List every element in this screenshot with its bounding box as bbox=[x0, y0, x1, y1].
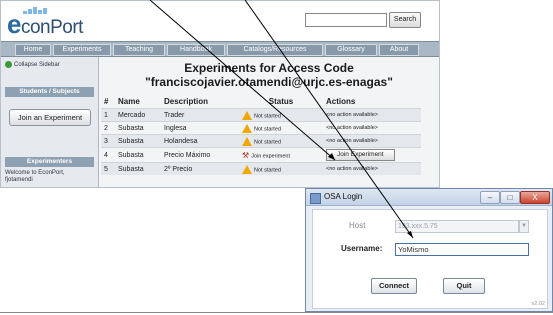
nav-glossary[interactable]: Glossary bbox=[325, 44, 377, 56]
osa-login-dialog: OSA Login – □ X Host 193.xxx.5.75 ▼ User… bbox=[305, 188, 553, 312]
welcome-text: Welcome to EconPort, fjotamendi bbox=[5, 170, 65, 183]
row-status: Not started bbox=[239, 162, 323, 175]
nav-catalogs-resources[interactable]: Catalogs/Resources bbox=[227, 44, 323, 56]
row-number: 3 bbox=[101, 134, 115, 148]
table-row: 3 Subasta Holandesa Not started <no acti… bbox=[101, 134, 421, 148]
row-status: Not started bbox=[239, 121, 323, 135]
dialog-body: Host 193.xxx.5.75 ▼ Username: YoMismo Co… bbox=[312, 209, 548, 309]
dialog-title: OSA Login bbox=[324, 192, 363, 201]
table-row: 4 Subasta Precio Máximo ⚒ Join experiment… bbox=[101, 147, 421, 163]
table-row: 5 Subasta 2º Precio Not started <no acti… bbox=[101, 162, 421, 175]
row-description: Inglesa bbox=[161, 121, 239, 135]
nav-teaching[interactable]: Teaching bbox=[113, 44, 165, 56]
row-name: Subasta bbox=[115, 162, 161, 175]
row-action: Join Experiment bbox=[323, 147, 421, 163]
search-input[interactable] bbox=[305, 13, 387, 27]
row-action: <no action available> bbox=[323, 134, 421, 148]
row-name: Subasta bbox=[115, 147, 161, 163]
row-status: Not started bbox=[239, 134, 323, 148]
econport-window: econPort Search Home Experiments Teachin… bbox=[0, 0, 440, 188]
row-description: 2º Precio bbox=[161, 162, 239, 175]
sidebar: Collapse Sidebar Students / Subjects Joi… bbox=[1, 57, 99, 187]
join-experiment-button[interactable]: Join an Experiment bbox=[9, 109, 91, 126]
row-number: 2 bbox=[101, 121, 115, 135]
row-number: 4 bbox=[101, 147, 115, 163]
quit-button[interactable]: Quit bbox=[443, 278, 485, 294]
username-label: Username: bbox=[341, 244, 383, 253]
access-code-title: "franciscojavier.otamendi@urjc.es-enagas… bbox=[145, 75, 393, 89]
row-action: <no action available> bbox=[323, 121, 421, 135]
nav-experiments[interactable]: Experiments bbox=[53, 44, 111, 56]
row-description: Trader bbox=[161, 108, 239, 122]
app-icon bbox=[310, 193, 321, 204]
col-actions: Actions bbox=[326, 97, 356, 106]
nav-home[interactable]: Home bbox=[15, 44, 51, 56]
row-action: <no action available> bbox=[323, 108, 421, 122]
close-button[interactable]: X bbox=[520, 191, 550, 204]
row-number: 5 bbox=[101, 162, 115, 175]
row-name: Subasta bbox=[115, 134, 161, 148]
col-name: Name bbox=[118, 97, 140, 106]
students-subjects-heading: Students / Subjects bbox=[5, 87, 94, 97]
maximize-button[interactable]: □ bbox=[500, 191, 520, 204]
search-button[interactable]: Search bbox=[389, 12, 421, 28]
warning-icon bbox=[242, 136, 252, 146]
row-status: Not started bbox=[239, 108, 323, 122]
chevron-down-icon: ▼ bbox=[519, 220, 529, 233]
bottom-rule bbox=[0, 312, 553, 313]
host-label: Host bbox=[349, 221, 366, 230]
join-experiment-row-button[interactable]: Join Experiment bbox=[326, 149, 395, 161]
gavel-icon: ⚒ bbox=[242, 150, 250, 160]
collapse-sidebar-link[interactable]: Collapse Sidebar bbox=[5, 61, 60, 68]
row-action: <no action available> bbox=[323, 162, 421, 175]
warning-icon bbox=[242, 164, 252, 174]
row-number: 1 bbox=[101, 108, 115, 122]
warning-icon bbox=[242, 123, 252, 133]
username-field[interactable]: YoMismo bbox=[395, 243, 529, 256]
table-row: 1 Mercado Trader Not started <no action … bbox=[101, 108, 421, 122]
main-nav: Home Experiments Teaching Handbook Catal… bbox=[1, 41, 439, 57]
col-description: Description bbox=[164, 97, 209, 106]
nav-about[interactable]: About bbox=[379, 44, 419, 56]
table-row: 2 Subasta Inglesa Not started <no action… bbox=[101, 121, 421, 135]
row-description: Holandesa bbox=[161, 134, 239, 148]
row-name: Subasta bbox=[115, 121, 161, 135]
experiments-panel: Experiments for Access Code "franciscoja… bbox=[99, 57, 439, 187]
row-name: Mercado bbox=[115, 108, 161, 122]
site-logo[interactable]: econPort bbox=[7, 9, 83, 40]
host-field: 193.xxx.5.75 bbox=[395, 220, 519, 233]
col-number: # bbox=[104, 97, 109, 106]
connect-button[interactable]: Connect bbox=[371, 278, 417, 294]
nav-handbook[interactable]: Handbook bbox=[167, 44, 225, 56]
experimenters-heading: Experimenters bbox=[5, 157, 94, 167]
collapse-icon bbox=[5, 61, 12, 68]
site-header: econPort Search bbox=[1, 1, 439, 39]
page-title: Experiments for Access Code bbox=[184, 61, 354, 75]
row-description: Precio Máximo bbox=[161, 147, 239, 163]
experiments-table: # Name Description Status Actions 1 Merc… bbox=[101, 95, 421, 175]
dialog-titlebar[interactable]: OSA Login – □ X bbox=[306, 189, 552, 206]
col-status: Status bbox=[268, 97, 294, 106]
table-header-row: # Name Description Status Actions bbox=[101, 95, 421, 109]
minimize-button[interactable]: – bbox=[480, 191, 500, 204]
version-label: v2.02 bbox=[531, 301, 545, 307]
warning-icon bbox=[242, 110, 252, 120]
row-status: ⚒ Join experiment bbox=[239, 147, 323, 163]
